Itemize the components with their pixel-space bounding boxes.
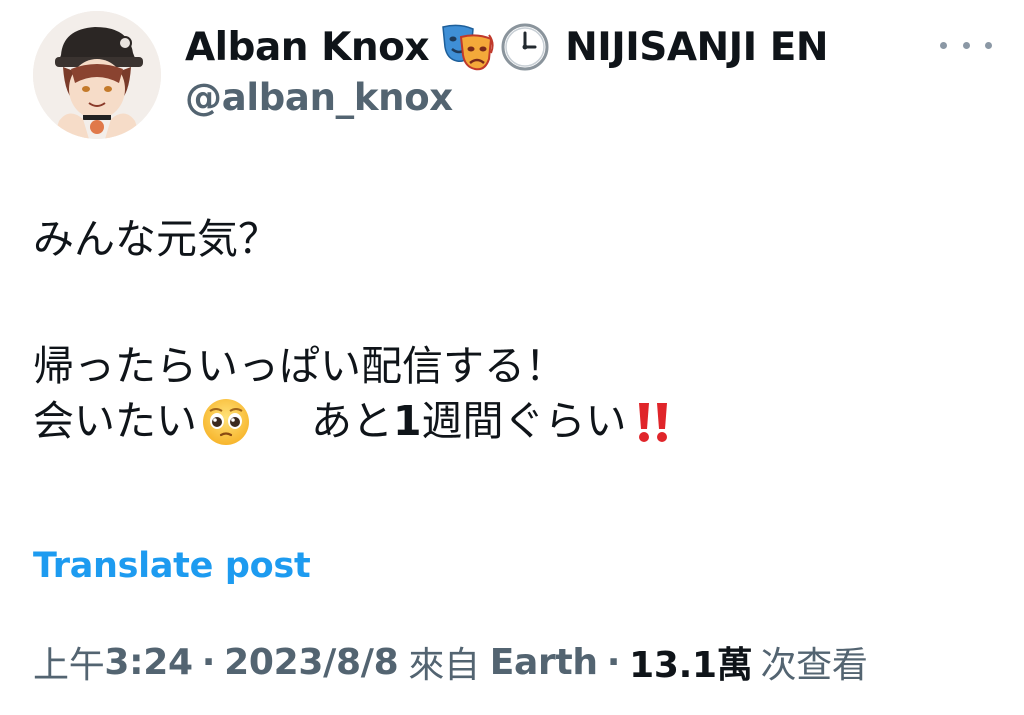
separator: · [201,641,216,683]
views-label: 次查看 [760,645,868,686]
views-count[interactable]: 13.1萬 [629,636,753,688]
tweet-line-2: 帰ったらいっぱい配信する！ [33,342,566,390]
separator: · [606,641,621,683]
post-date[interactable]: 2023/8/8 [224,642,399,683]
tweet-line: 帰ったらいっぱい配信する！ [33,339,993,394]
tweet-line-3-part-1: 会いたい [33,397,197,445]
more-dot-icon [940,41,947,49]
tweet-line-3-part-2a: あと [311,397,393,445]
affiliation-text: NIJISANJI EN [565,24,829,70]
more-options-button[interactable] [940,28,992,62]
author-name-row: Alban Knox NIJISANJI EN [185,18,829,76]
pleading-face-icon [201,397,251,447]
translate-post-link[interactable]: Translate post [33,546,311,586]
post-time[interactable]: 3:24 [104,642,193,683]
tweet-line: みんな元気？ [33,212,993,267]
more-dot-icon [962,41,970,49]
clock-icon [499,21,551,73]
tweet-text: みんな元気？ 帰ったらいっぱい配信する！ 会いたい あと 1 週間ぐらい [33,212,993,449]
post-source: Earth [489,641,598,683]
performing-arts-icon [439,21,495,73]
tweet-line-1: みんな元気？ [33,215,279,263]
tweet-meta: 上午 3:24 · 2023/8/8 來自 Earth · 13.1萬 次查看 [33,636,868,688]
tweet-line-3-number: 1 [393,397,422,445]
tweet-line: 会いたい あと 1 週間ぐらい [33,394,993,449]
avatar[interactable] [33,11,161,139]
more-dot-icon [985,41,992,49]
double-exclamation-icon [631,399,677,445]
source-prefix: 來自 [408,645,480,686]
display-name[interactable]: Alban Knox [185,25,430,70]
time-prefix: 上午 [33,645,105,686]
avatar-illustration [33,11,161,139]
tweet-line-3-part-2b: 週間ぐらい [421,397,627,445]
user-handle[interactable]: @alban_knox [185,76,453,119]
